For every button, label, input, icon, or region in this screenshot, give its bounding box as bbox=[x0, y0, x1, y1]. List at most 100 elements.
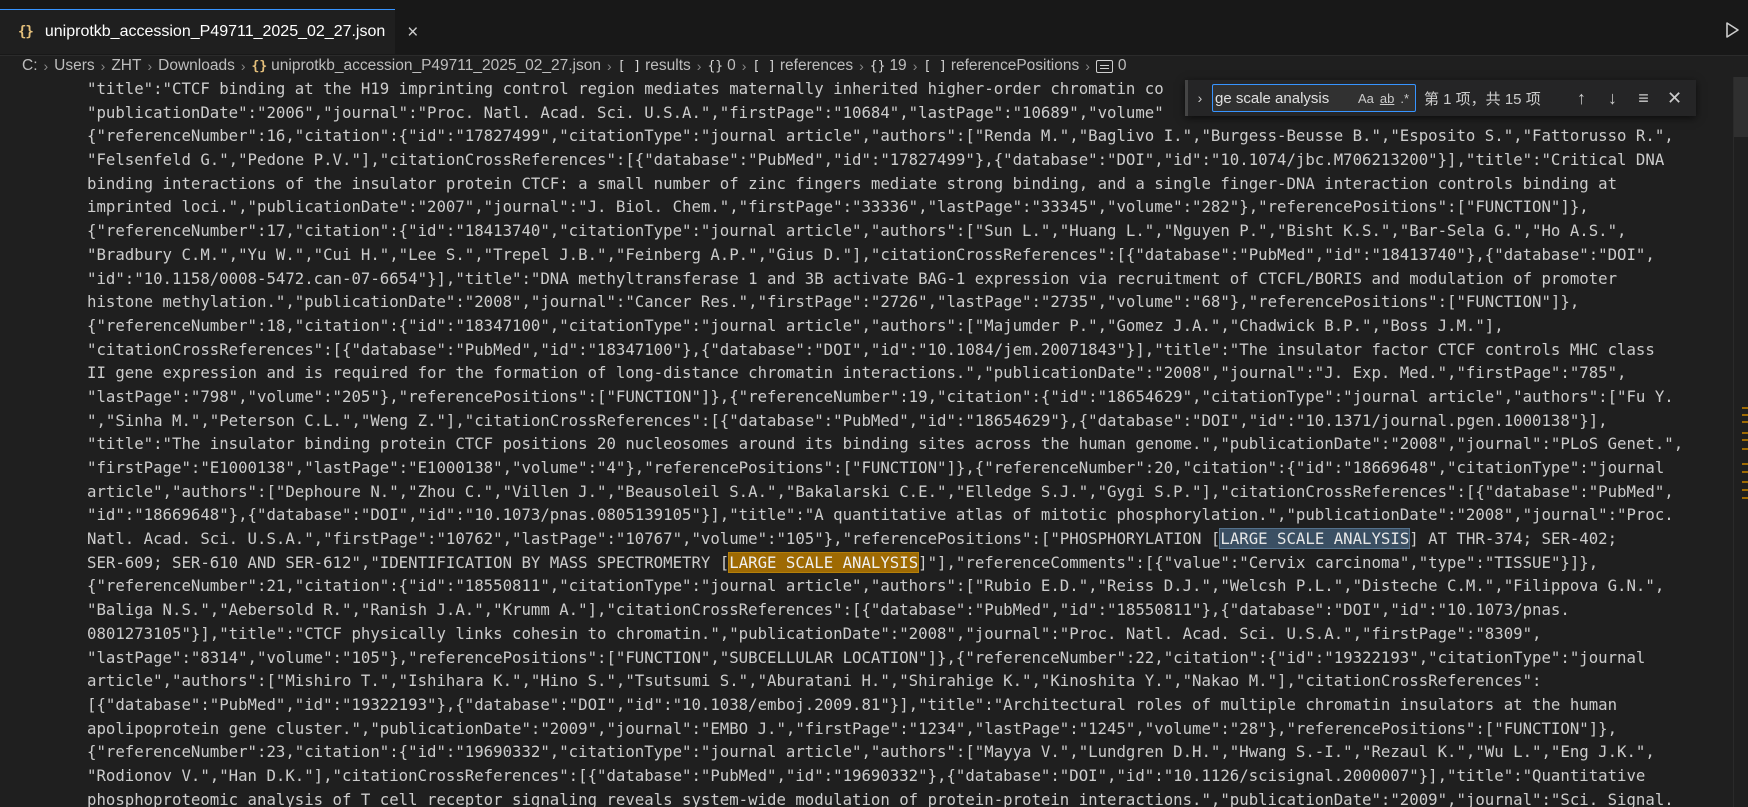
next-match-button[interactable]: ↓ bbox=[1597, 88, 1628, 109]
breadcrumb-item[interactable]: {} 0 bbox=[707, 57, 735, 75]
code-line: phosphoproteomic analysis of T cell rece… bbox=[87, 788, 1683, 807]
code-text: II gene expression and is required for t… bbox=[87, 363, 1627, 383]
scrollbar-match-marker bbox=[1742, 481, 1748, 483]
code-text: ]"],"referenceComments":[{"value":"Cervi… bbox=[918, 552, 1599, 572]
scrollbar-match-marker bbox=[1742, 439, 1748, 441]
code-text: "id":"10.1158/0008-5472.can-07-6654"}],"… bbox=[87, 268, 1618, 288]
breadcrumb-separator-icon: › bbox=[100, 58, 106, 74]
breadcrumb-item[interactable]: C: bbox=[22, 57, 38, 75]
breadcrumb-item[interactable]: ZHT bbox=[111, 57, 141, 75]
scrollbar-match-marker bbox=[1742, 497, 1748, 499]
code-line: "citationCrossReferences":[{"database":"… bbox=[87, 338, 1683, 362]
code-line: "firstPage":"E1000138","lastPage":"E1000… bbox=[87, 456, 1683, 480]
match-whole-word-toggle[interactable]: ab bbox=[1380, 91, 1394, 106]
code-text: "Rodionov V.","Han D.K."],"citationCross… bbox=[87, 765, 1646, 785]
breadcrumb-item[interactable]: Users bbox=[54, 57, 94, 75]
tab-bar: {} uniprotkb_accession_P49711_2025_02_27… bbox=[0, 0, 1748, 56]
code-line: "Rodionov V.","Han D.K."],"citationCross… bbox=[87, 764, 1683, 788]
scrollbar-match-marker bbox=[1742, 414, 1748, 416]
symbol-array-icon: [ ] bbox=[752, 58, 776, 74]
breadcrumb-item[interactable]: [ ] references bbox=[752, 57, 853, 75]
code-line: Natl. Acad. Sci. U.S.A.","firstPage":"10… bbox=[87, 527, 1683, 551]
scrollbar-match-marker bbox=[1742, 471, 1748, 473]
find-widget: › ge scale analysis Aa ab .* 第 1 项，共 15 … bbox=[1185, 80, 1696, 116]
breadcrumb-label: Downloads bbox=[158, 57, 235, 74]
code-line: binding interactions of the insulator pr… bbox=[87, 172, 1683, 196]
breadcrumb: C: › Users › ZHT › Downloads ›{} uniprotkb_acces… bbox=[0, 55, 1748, 77]
code-line: "Bradbury C.M.","Yu W.","Cui H.","Lee S.… bbox=[87, 243, 1683, 267]
breadcrumb-item[interactable]: {} 19 bbox=[870, 57, 907, 75]
breadcrumb-item[interactable]: {} uniprotkb_accession_P49711_2025_02_27.… bbox=[252, 57, 601, 75]
breadcrumb-label: Users bbox=[54, 57, 95, 74]
breadcrumb-separator-icon: › bbox=[912, 58, 918, 74]
breadcrumb-separator-icon: › bbox=[1085, 58, 1090, 74]
code-text: article","authors":["Dephoure N.","Zhou … bbox=[87, 481, 1674, 501]
code-text: {"referenceNumber":18,"citation":{"id":"… bbox=[87, 315, 1504, 335]
breadcrumb-separator-icon: › bbox=[859, 58, 864, 74]
symbol-array-icon: [ ] bbox=[923, 58, 947, 74]
code-text: 0801273105"}],"title":"CTCF physically l… bbox=[87, 623, 1542, 643]
scrollbar-thumb[interactable] bbox=[1734, 77, 1748, 137]
code-text: ","Sinha M.","Peterson C.L.","Weng Z."],… bbox=[87, 410, 1608, 430]
json-file-icon: {} bbox=[251, 58, 268, 74]
code-editor[interactable]: "title":"CTCF binding at the H19 imprint… bbox=[0, 77, 1748, 807]
scrollbar-match-marker bbox=[1742, 421, 1748, 423]
run-icon[interactable] bbox=[1722, 20, 1742, 40]
editor-tab[interactable]: {} uniprotkb_accession_P49711_2025_02_27… bbox=[0, 9, 418, 54]
code-line: {"referenceNumber":21,"citation":{"id":"… bbox=[87, 574, 1683, 598]
code-line: 0801273105"}],"title":"CTCF physically l… bbox=[87, 622, 1683, 646]
code-line: "lastPage":"798","volume":"205"},"refere… bbox=[87, 385, 1683, 409]
breadcrumb-separator-icon: › bbox=[741, 58, 747, 74]
symbol-object-icon: {} bbox=[869, 58, 886, 74]
breadcrumb-label: results bbox=[645, 57, 691, 74]
use-regex-toggle[interactable]: .* bbox=[1400, 91, 1409, 106]
code-text: "title":"The insulator binding protein C… bbox=[87, 434, 1684, 454]
code-line: {"referenceNumber":17,"citation":{"id":"… bbox=[87, 219, 1683, 243]
scrollbar-match-marker bbox=[1742, 448, 1748, 450]
code-line: {"referenceNumber":23,"citation":{"id":"… bbox=[87, 740, 1683, 764]
breadcrumb-item[interactable]: [ ] results bbox=[618, 57, 691, 75]
code-line: "id":"10.1158/0008-5472.can-07-6654"}],"… bbox=[87, 267, 1683, 291]
code-line: II gene expression and is required for t… bbox=[87, 361, 1683, 385]
close-tab-icon[interactable]: × bbox=[407, 23, 418, 42]
breadcrumb-item[interactable]: 0 bbox=[1095, 57, 1127, 75]
code-line: "Felsenfeld G.","Pedone P.V."],"citation… bbox=[87, 148, 1683, 172]
breadcrumb-item[interactable]: Downloads bbox=[158, 57, 235, 75]
find-query[interactable]: ge scale analysis bbox=[1213, 90, 1358, 107]
code-text: {"referenceNumber":17,"citation":{"id":"… bbox=[87, 221, 1627, 241]
symbol-object-icon: {} bbox=[707, 58, 724, 74]
code-text: {"referenceNumber":16,"citation":{"id":"… bbox=[87, 126, 1674, 146]
breadcrumb-label: C: bbox=[22, 57, 38, 74]
code-text: phosphoproteomic analysis of T cell rece… bbox=[87, 789, 1674, 807]
breadcrumb-label: references bbox=[779, 57, 854, 74]
breadcrumb-label: uniprotkb_accession_P49711_2025_02_27.js… bbox=[271, 57, 601, 74]
code-line: imprinted loci.","publicationDate":"2007… bbox=[87, 195, 1683, 219]
scrollbar-match-marker bbox=[1742, 489, 1748, 491]
code-content[interactable]: "title":"CTCF binding at the H19 imprint… bbox=[87, 77, 1683, 807]
toggle-replace-icon[interactable]: › bbox=[1190, 90, 1210, 106]
find-in-selection-button[interactable]: ≡ bbox=[1628, 88, 1659, 109]
close-find-button[interactable]: ✕ bbox=[1659, 88, 1690, 109]
code-text: SER-609; SER-610 AND SER-612","IDENTIFIC… bbox=[87, 552, 730, 572]
find-input[interactable]: ge scale analysis Aa ab .* bbox=[1212, 84, 1416, 112]
breadcrumb-separator-icon: › bbox=[147, 58, 153, 74]
vertical-scrollbar[interactable] bbox=[1733, 77, 1748, 807]
symbol-constant-icon bbox=[1095, 59, 1113, 73]
breadcrumb-item[interactable]: [ ] referencePositions bbox=[923, 57, 1079, 75]
code-line: "Baliga N.S.","Aebersold R.","Ranish J.A… bbox=[87, 598, 1683, 622]
find-match-count: 第 1 项，共 15 项 bbox=[1424, 90, 1541, 108]
match-case-toggle[interactable]: Aa bbox=[1358, 91, 1374, 106]
scrollbar-match-marker bbox=[1742, 407, 1748, 409]
code-text: "firstPage":"E1000138","lastPage":"E1000… bbox=[87, 458, 1665, 477]
code-line: "lastPage":"8314","volume":"105"},"refer… bbox=[87, 646, 1683, 670]
code-text: "title":"CTCF binding at the H19 imprint… bbox=[87, 79, 1164, 98]
code-text: binding interactions of the insulator pr… bbox=[87, 173, 1618, 193]
breadcrumb-separator-icon: › bbox=[606, 58, 612, 74]
scrollbar-match-marker bbox=[1742, 463, 1748, 465]
code-text: "Baliga N.S.","Aebersold R.","Ranish J.A… bbox=[87, 600, 1570, 620]
code-text: {"referenceNumber":23,"citation":{"id":"… bbox=[87, 742, 1655, 762]
code-text: "id":"18669648"},{"database":"DOI","id":… bbox=[87, 505, 1674, 525]
code-text: Natl. Acad. Sci. U.S.A.","firstPage":"10… bbox=[87, 529, 1221, 549]
code-text: "citationCrossReferences":[{"database":"… bbox=[87, 339, 1655, 359]
previous-match-button[interactable]: ↑ bbox=[1566, 88, 1597, 109]
